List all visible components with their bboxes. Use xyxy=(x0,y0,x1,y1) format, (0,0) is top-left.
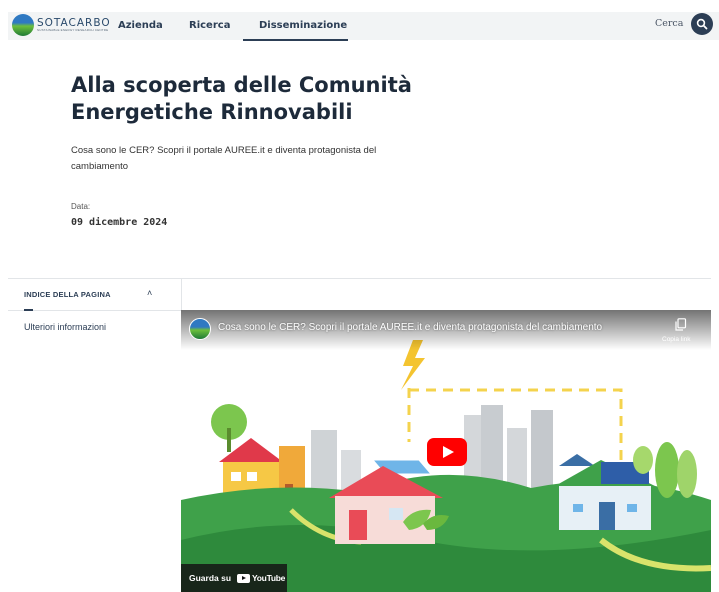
video-title[interactable]: Cosa sono le CER? Scopri il portale AURE… xyxy=(218,322,602,333)
copy-link-icon[interactable] xyxy=(675,318,687,331)
date-value: 09 dicembre 2024 xyxy=(71,217,168,228)
nav-item-ricerca[interactable]: Ricerca xyxy=(189,12,230,40)
youtube-video-embed[interactable]: Cosa sono le CER? Scopri il portale AURE… xyxy=(181,310,711,592)
section-divider xyxy=(8,278,711,279)
page-subtitle: Cosa sono le CER? Scopri il portale AURE… xyxy=(71,145,377,172)
toc-accent-bar xyxy=(24,309,33,311)
watch-on-youtube-button[interactable]: Guarda su YouTube xyxy=(181,564,287,592)
site-header: SOTACARBO SUSTAINABLE ENERGY RESEARCH CE… xyxy=(8,12,719,41)
date-label: Data: xyxy=(71,202,91,211)
logo-globe-icon xyxy=(12,14,34,36)
sidebar-divider xyxy=(181,278,182,310)
logo-subtitle: SUSTAINABLE ENERGY RESEARCH CENTRE xyxy=(37,28,109,33)
search-button[interactable] xyxy=(691,13,713,35)
sotacarbo-logo[interactable]: SOTACARBO SUSTAINABLE ENERGY RESEARCH CE… xyxy=(12,14,111,36)
toc-header[interactable]: INDICE DELLA PAGINA xyxy=(24,290,111,299)
search-icon xyxy=(696,18,708,30)
toc-item-ulteriori-informazioni[interactable]: Ulteriori informazioni xyxy=(24,322,106,332)
nav-item-disseminazione[interactable]: Disseminazione xyxy=(259,12,347,40)
nav-item-azienda[interactable]: Azienda xyxy=(118,12,163,40)
copy-link-label[interactable]: Copia link xyxy=(662,336,691,343)
search-label[interactable]: Cerca xyxy=(655,12,683,36)
page-title: Alla scoperta delle Comunità Energetiche… xyxy=(71,73,412,124)
youtube-wordmark: YouTube xyxy=(252,573,286,583)
chevron-up-icon[interactable]: ˄ xyxy=(147,288,152,298)
youtube-icon xyxy=(237,573,251,583)
youtube-logo: YouTube xyxy=(237,573,285,583)
toc-underline xyxy=(8,310,181,311)
play-icon[interactable] xyxy=(427,438,467,466)
nav-active-indicator xyxy=(243,39,348,41)
watch-on-label: Guarda su xyxy=(189,573,232,583)
channel-avatar[interactable] xyxy=(189,318,211,340)
